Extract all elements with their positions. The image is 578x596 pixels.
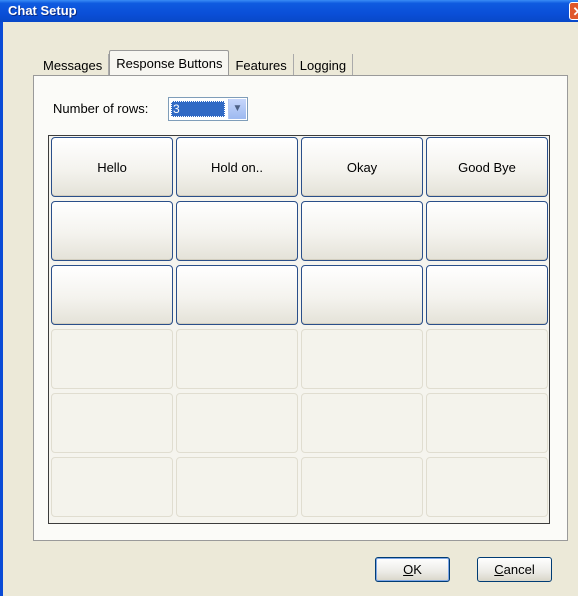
ok-mnemonic: O [403,562,414,577]
cancel-label-rest: ancel [503,562,535,577]
response-button[interactable] [51,201,173,261]
response-button[interactable] [51,393,173,453]
response-button[interactable] [176,457,298,517]
response-button[interactable] [176,265,298,325]
response-button[interactable] [176,329,298,389]
response-button[interactable] [301,201,423,261]
response-button[interactable] [426,329,548,389]
response-button[interactable] [426,201,548,261]
response-button[interactable] [301,457,423,517]
number-of-rows-value: 3 [171,101,225,117]
tab-messages[interactable]: Messages [37,54,110,76]
response-buttons-grid: Hello Hold on.. Okay Good Bye [48,135,550,524]
ok-button[interactable]: OK [375,557,450,582]
tab-strip: Messages Response Buttons Features Loggi… [37,50,354,76]
response-button[interactable] [426,457,548,517]
response-button[interactable] [301,265,423,325]
tab-response-buttons[interactable]: Response Buttons [109,50,230,76]
response-button[interactable]: Okay [301,137,423,197]
tab-features[interactable]: Features [229,54,294,76]
number-of-rows-label: Number of rows: [53,101,149,116]
response-button[interactable]: Hold on.. [176,137,298,197]
chevron-down-icon[interactable]: ▼ [228,99,246,119]
close-icon[interactable]: ✕ [569,2,578,20]
window-title: Chat Setup [8,3,77,18]
cancel-button[interactable]: Cancel [477,557,552,582]
response-button[interactable] [51,329,173,389]
response-button[interactable]: Good Bye [426,137,548,197]
tab-logging[interactable]: Logging [294,54,354,76]
response-button[interactable]: Hello [51,137,173,197]
response-button[interactable] [176,393,298,453]
number-of-rows-select[interactable]: 3 ▼ [168,97,248,121]
response-button[interactable] [301,329,423,389]
response-button[interactable] [426,265,548,325]
title-bar[interactable]: Chat Setup ✕ [0,0,578,22]
response-button[interactable] [51,457,173,517]
response-button[interactable] [176,201,298,261]
response-button[interactable] [51,265,173,325]
ok-label-rest: K [413,562,422,577]
cancel-mnemonic: C [494,562,504,577]
response-button[interactable] [301,393,423,453]
response-button[interactable] [426,393,548,453]
